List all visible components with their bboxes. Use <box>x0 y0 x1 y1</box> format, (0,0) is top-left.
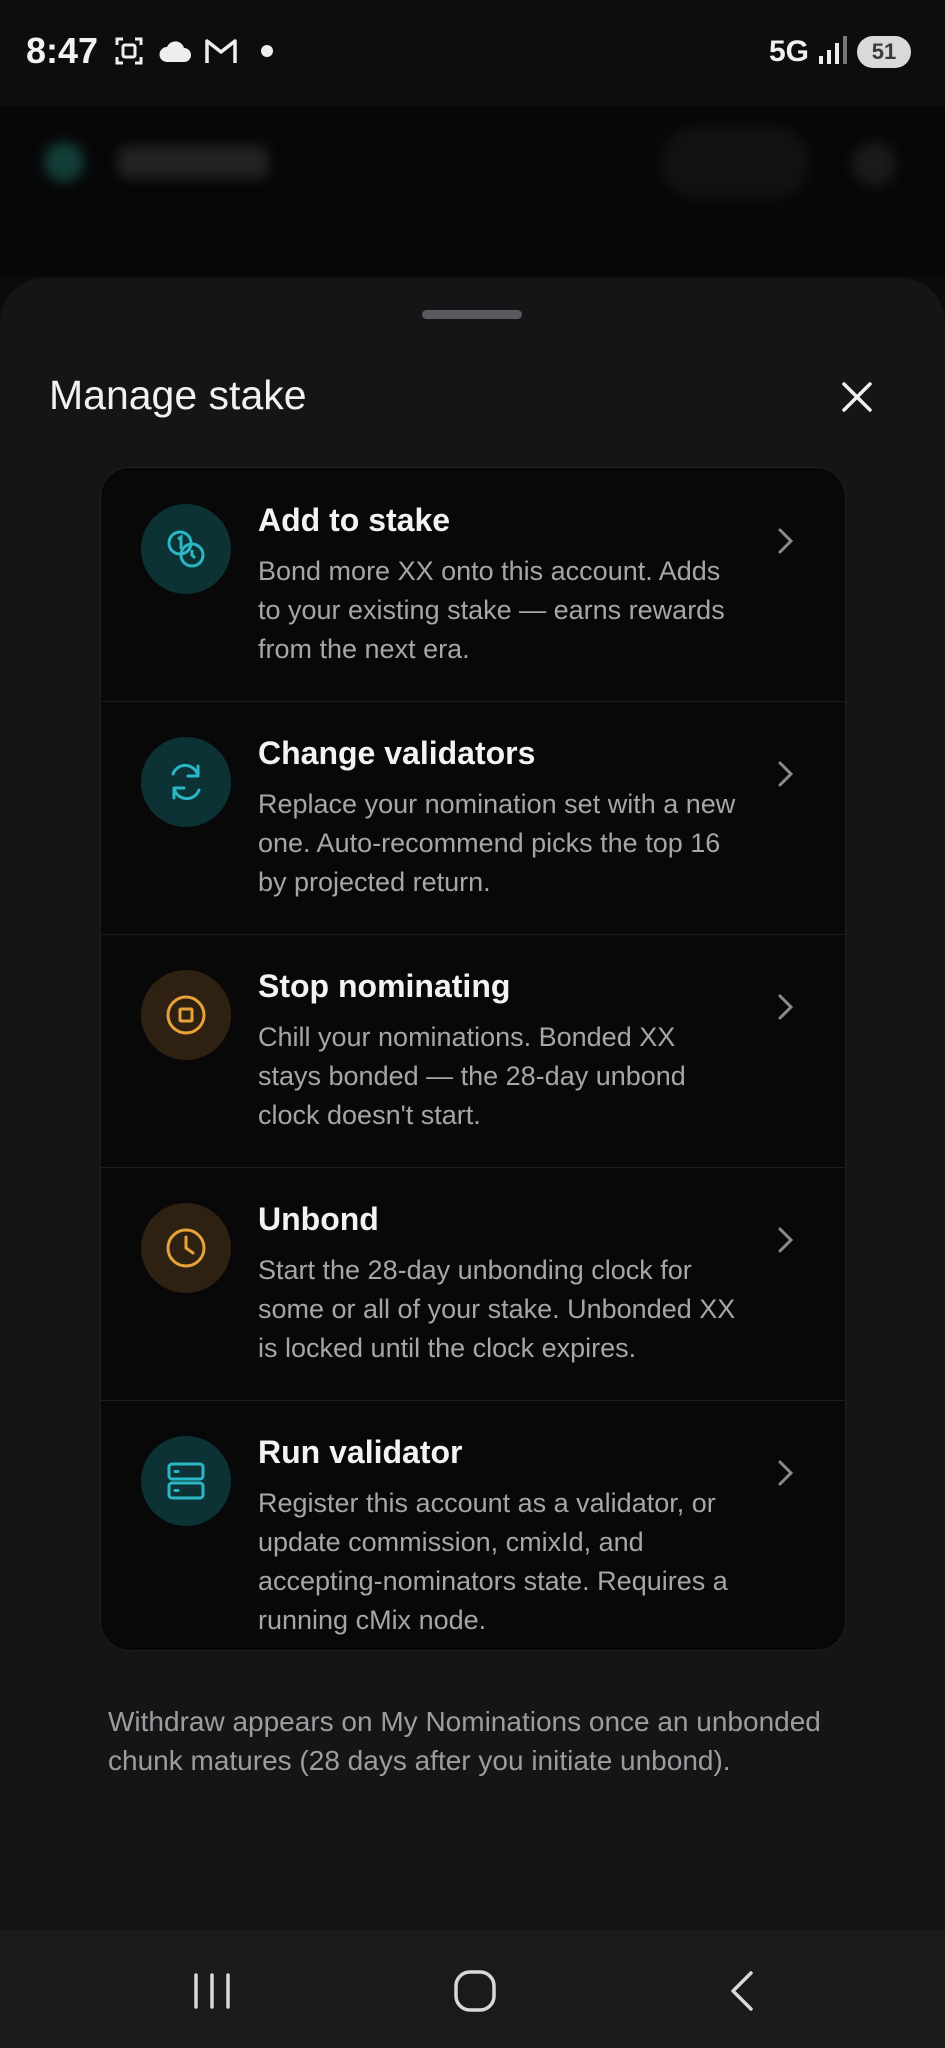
recents-icon <box>194 1973 230 2009</box>
signal-icon <box>819 34 847 69</box>
action-description: Replace your nomination set with a new o… <box>258 789 736 897</box>
gmail-icon <box>204 34 238 68</box>
recents-button[interactable] <box>182 1966 242 2016</box>
action-unbond[interactable]: Unbond Start the 28-day unbonding clock … <box>101 1167 845 1401</box>
cloud-icon <box>158 34 192 68</box>
coins-icon <box>141 504 231 594</box>
action-add-to-stake[interactable]: Add to stake Bond more XX onto this acco… <box>101 468 845 702</box>
drag-handle[interactable] <box>422 310 522 319</box>
stop-icon <box>141 970 231 1060</box>
sheet-title: Manage stake <box>49 372 307 418</box>
chevron-right-icon <box>769 1223 803 1257</box>
bg-logo <box>44 142 84 182</box>
back-icon <box>731 1971 753 2011</box>
action-title: Run validator <box>258 1434 463 1470</box>
bg-avatar <box>852 142 896 186</box>
battery-indicator: 51 <box>857 35 911 68</box>
action-change-validators[interactable]: Change validators Replace your nominatio… <box>101 701 845 935</box>
chevron-right-icon <box>769 990 803 1024</box>
action-title: Stop nominating <box>258 968 511 1004</box>
action-description: Register this account as a validator, or… <box>258 1488 728 1635</box>
close-icon <box>842 382 872 412</box>
action-title: Change validators <box>258 735 536 771</box>
manage-stake-sheet: Manage stake Add to stake Bond more XX o… <box>0 278 945 1930</box>
screenshot-icon <box>112 34 146 68</box>
action-title: Add to stake <box>258 502 451 538</box>
background-app-header <box>0 106 945 276</box>
action-run-validator[interactable]: Run validator Register this account as a… <box>101 1400 845 1650</box>
action-stop-nominating[interactable]: Stop nominating Chill your nominations. … <box>101 934 845 1168</box>
status-right: 5G 51 <box>769 34 911 69</box>
status-time: 8:47 <box>26 30 99 71</box>
actions-card: Add to stake Bond more XX onto this acco… <box>100 467 846 1651</box>
status-bar: 8:47 5G 51 <box>0 0 945 106</box>
close-button[interactable] <box>830 370 884 424</box>
bg-title <box>118 146 268 178</box>
refresh-icon <box>141 737 231 827</box>
dot-icon <box>250 34 284 68</box>
status-icons <box>112 34 284 68</box>
action-description: Start the 28-day unbonding clock for som… <box>258 1255 736 1363</box>
action-title: Unbond <box>258 1201 379 1237</box>
withdraw-footnote: Withdraw appears on My Nominations once … <box>108 1706 821 1776</box>
action-description: Bond more XX onto this account. Adds to … <box>258 556 725 664</box>
system-nav-bar <box>0 1930 945 2048</box>
network-label: 5G <box>768 34 809 68</box>
server-icon <box>141 1436 231 1526</box>
chevron-right-icon <box>769 524 803 558</box>
home-icon <box>454 1970 496 2012</box>
home-button[interactable] <box>445 1966 505 2016</box>
chevron-right-icon <box>769 1456 803 1490</box>
chevron-right-icon <box>769 757 803 791</box>
action-description: Chill your nominations. Bonded XX stays … <box>258 1022 686 1130</box>
clock-icon <box>141 1203 231 1293</box>
back-button[interactable] <box>712 1966 772 2016</box>
bg-pill <box>660 126 810 198</box>
